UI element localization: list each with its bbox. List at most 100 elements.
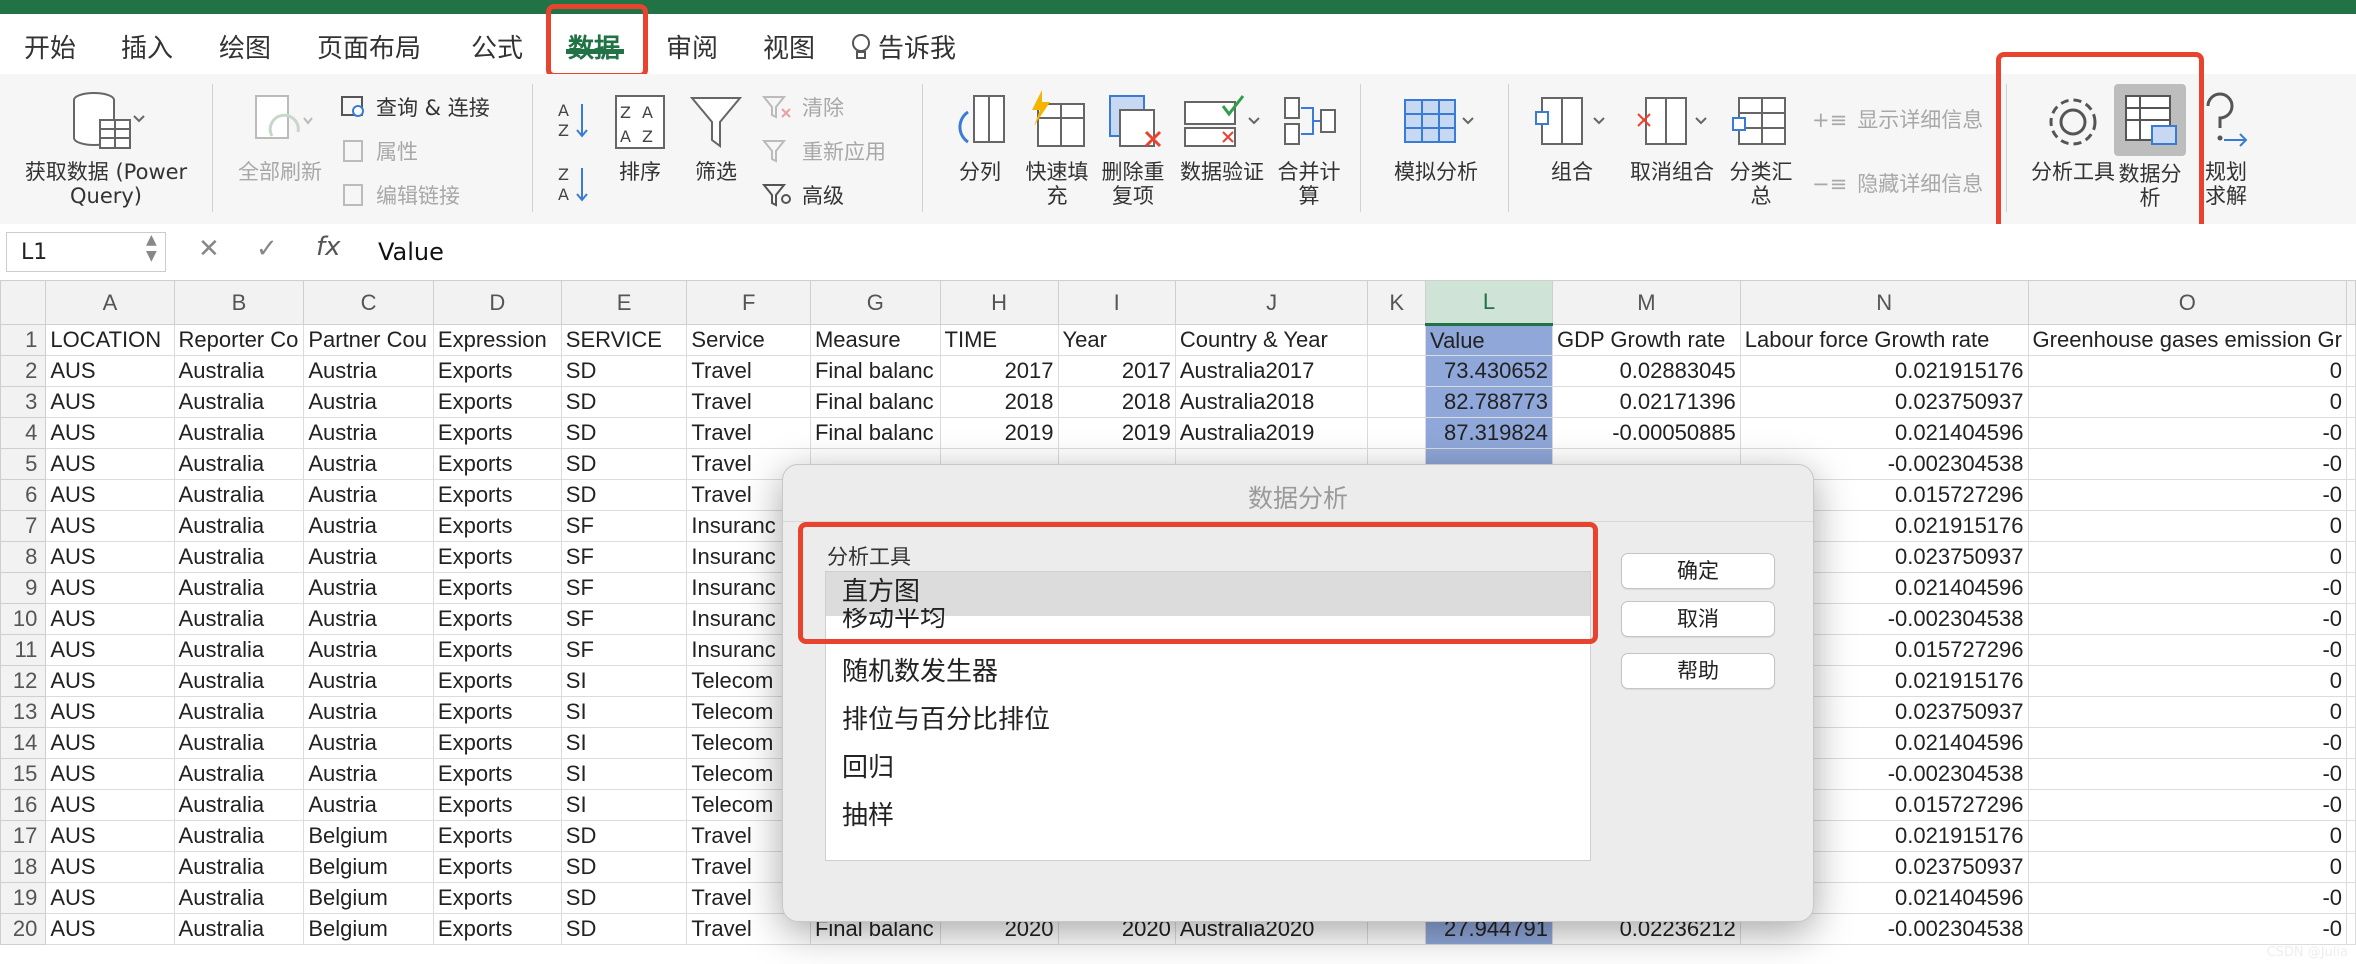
cell[interactable] xyxy=(2346,789,2356,821)
solver-button[interactable]: 规划求解 xyxy=(2196,88,2256,208)
cell[interactable]: 0 xyxy=(2027,386,2348,418)
column-header[interactable]: A xyxy=(45,280,175,325)
row-header[interactable]: 12 xyxy=(0,665,47,697)
row-header[interactable]: 7 xyxy=(0,510,47,542)
cell[interactable]: 0 xyxy=(2027,665,2348,697)
cell[interactable]: Austria xyxy=(303,572,434,604)
cell[interactable]: -0 xyxy=(2027,789,2348,821)
row-header[interactable]: 11 xyxy=(0,634,47,666)
cell[interactable]: 0 xyxy=(2027,355,2348,387)
cell[interactable]: AUS xyxy=(45,882,175,914)
cell[interactable]: Australia xyxy=(173,448,305,480)
cell[interactable]: Exports xyxy=(432,789,562,821)
cell[interactable]: -0 xyxy=(2027,634,2348,666)
cell[interactable]: SD xyxy=(560,479,688,511)
select-all-corner[interactable] xyxy=(0,280,47,325)
cell[interactable]: -0 xyxy=(2027,913,2348,945)
clear-button[interactable]: 清除 xyxy=(761,92,844,122)
cell[interactable]: Exports xyxy=(432,913,562,945)
hide-detail-button[interactable]: −≡ 隐藏详细信息 xyxy=(1812,168,1983,198)
column-header[interactable]: C xyxy=(303,280,434,325)
function-icon[interactable]: fx xyxy=(316,232,341,262)
cell[interactable]: SI xyxy=(560,665,688,697)
cell[interactable]: Belgium xyxy=(303,882,434,914)
row-header[interactable]: 3 xyxy=(0,386,47,418)
cell[interactable]: Year xyxy=(1057,324,1176,356)
cell[interactable]: Australia xyxy=(173,789,305,821)
cell[interactable]: 0 xyxy=(2027,541,2348,573)
cell[interactable]: SF xyxy=(560,572,688,604)
cell[interactable]: Exports xyxy=(432,851,562,883)
cell[interactable]: Australia xyxy=(173,541,305,573)
text-to-columns-button[interactable]: 分列 xyxy=(944,88,1016,184)
tab-review[interactable]: 审阅 xyxy=(666,28,718,65)
cell[interactable]: AUS xyxy=(45,510,175,542)
cell[interactable]: AUS xyxy=(45,448,175,480)
cell[interactable]: Australia xyxy=(173,510,305,542)
cell[interactable]: Austria xyxy=(303,479,434,511)
formula-input[interactable]: Value xyxy=(378,238,444,266)
column-header[interactable]: B xyxy=(173,280,305,325)
cell[interactable]: Australia xyxy=(173,572,305,604)
cell[interactable]: SI xyxy=(560,727,688,759)
cell[interactable]: Belgium xyxy=(303,820,434,852)
cell[interactable]: Austria xyxy=(303,386,434,418)
cell[interactable]: -0 xyxy=(2027,727,2348,759)
cell[interactable]: Australia xyxy=(173,727,305,759)
row-header[interactable]: 16 xyxy=(0,789,47,821)
cell[interactable]: Austria xyxy=(303,727,434,759)
row-header[interactable]: 10 xyxy=(0,603,47,635)
column-header[interactable]: K xyxy=(1367,280,1427,325)
cell[interactable]: SI xyxy=(560,758,688,790)
cell[interactable]: AUS xyxy=(45,913,175,945)
cell[interactable]: Greenhouse gases emission Gr xyxy=(2027,324,2348,356)
reapply-button[interactable]: 重新应用 xyxy=(761,136,886,166)
row-header[interactable]: 9 xyxy=(0,572,47,604)
tab-home[interactable]: 开始 xyxy=(24,28,76,65)
cell[interactable]: Belgium xyxy=(303,913,434,945)
cell[interactable]: SI xyxy=(560,696,688,728)
cell[interactable]: Exports xyxy=(432,448,562,480)
cell[interactable] xyxy=(2346,572,2356,604)
cell[interactable]: 0.021915176 xyxy=(1739,355,2029,387)
cell[interactable]: SF xyxy=(560,541,688,573)
cell[interactable]: Exports xyxy=(432,479,562,511)
cell[interactable]: -0 xyxy=(2027,572,2348,604)
cell[interactable]: Travel xyxy=(686,355,811,387)
cell[interactable]: GDP Growth rate xyxy=(1552,324,1741,356)
cell[interactable] xyxy=(1367,417,1427,449)
cell[interactable]: Partner Cou xyxy=(303,324,434,356)
row-header[interactable]: 19 xyxy=(0,882,47,914)
cell[interactable] xyxy=(2346,479,2356,511)
cell[interactable]: Expression xyxy=(432,324,562,356)
cell[interactable]: Value xyxy=(1425,324,1554,356)
cell[interactable]: Australia2019 xyxy=(1174,417,1369,449)
tab-formulas[interactable]: 公式 xyxy=(471,28,523,65)
ungroup-button[interactable]: 取消组合 xyxy=(1620,88,1724,184)
cell[interactable]: Exports xyxy=(432,634,562,666)
cell[interactable]: 0 xyxy=(2027,510,2348,542)
cell[interactable]: Exports xyxy=(432,696,562,728)
cancel-icon[interactable]: ✕ xyxy=(198,234,220,264)
cell[interactable] xyxy=(1367,324,1427,356)
cell[interactable]: -0 xyxy=(2027,758,2348,790)
cell[interactable]: Country & Year xyxy=(1174,324,1369,356)
cell[interactable]: Australia xyxy=(173,913,305,945)
cell[interactable]: AUS xyxy=(45,572,175,604)
cell[interactable]: AUS xyxy=(45,386,175,418)
cell[interactable] xyxy=(2346,758,2356,790)
cell[interactable]: Australia xyxy=(173,696,305,728)
cell[interactable]: Exports xyxy=(432,355,562,387)
cell[interactable]: AUS xyxy=(45,789,175,821)
cell[interactable] xyxy=(2346,355,2356,387)
cell[interactable]: 82.788773 xyxy=(1425,386,1554,418)
cell[interactable]: 87.319824 xyxy=(1425,417,1554,449)
cell[interactable] xyxy=(2346,665,2356,697)
remove-duplicates-button[interactable]: 删除重复项 xyxy=(1096,88,1170,208)
cell[interactable]: AUS xyxy=(45,541,175,573)
cell[interactable]: Austria xyxy=(303,603,434,635)
cell[interactable]: -0 xyxy=(2027,882,2348,914)
cell[interactable]: AUS xyxy=(45,603,175,635)
cell[interactable]: Exports xyxy=(432,603,562,635)
cell[interactable]: 0.02883045 xyxy=(1552,355,1741,387)
